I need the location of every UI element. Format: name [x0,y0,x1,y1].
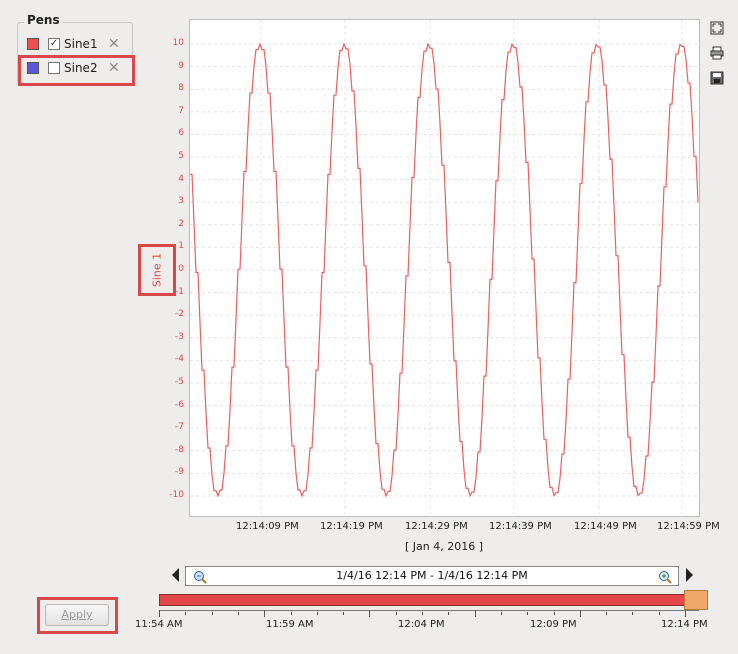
y-tick-label: -5 [175,377,184,387]
y-tick-label: 8 [178,83,184,94]
timeline-tick [658,612,660,615]
pen-label: Sine1 [64,37,98,51]
x-tick-label: 12:14:09 PM [236,521,299,532]
timeline-tick [553,612,555,615]
timeline-tick [422,612,423,615]
y-axis-title: Sine 1 [138,244,176,296]
timeline-tick [343,612,345,615]
print-icon[interactable] [709,45,725,61]
timeline-tick [632,612,634,615]
x-tick-label: 12:14:49 PM [574,521,637,532]
timeline-tick [606,612,608,615]
x-tick-label: 12:14:59 PM [657,521,720,532]
timeline-tick [500,612,502,615]
timeline-tick [685,610,686,617]
zoom-out-icon[interactable] [193,569,207,588]
plot-area[interactable] [189,19,700,517]
y-tick-label: 4 [178,173,184,184]
timeline-label: 12:04 PM [398,619,445,630]
pen-color-swatch[interactable] [27,38,39,50]
timeline-handle[interactable] [684,590,708,610]
y-tick-label: -4 [175,354,184,365]
pen-row-sine1[interactable]: ✓ Sine1 ✕ [27,35,120,53]
pens-title: Pens [24,13,63,27]
y-tick-label: -2 [175,309,184,320]
timeline-label: 12:14 PM [661,619,708,630]
zoom-in-icon[interactable] [658,569,672,588]
pen-label: Sine2 [64,61,98,75]
timeline-range-bar[interactable] [159,594,685,606]
y-tick-label: 5 [178,151,184,161]
timeline-tick [159,610,160,617]
timeline-tick [185,612,187,615]
x-axis-title: [ Jan 4, 2016 ] [405,540,484,553]
timeline-tick [395,612,397,615]
y-tick-label: 3 [178,196,184,207]
apply-button[interactable]: Apply [45,604,109,626]
save-icon[interactable] [709,70,725,86]
pen-visible-checkbox[interactable] [48,62,60,74]
scroll-left-arrow-icon[interactable] [172,568,179,582]
y-tick-label: 9 [178,60,184,71]
timeline-tick [316,612,318,615]
y-tick-label: 7 [178,105,184,116]
timeline-label: 12:09 PM [530,619,577,630]
range-text: 1/4/16 12:14 PM - 1/4/16 12:14 PM [336,569,528,582]
remove-pen-icon[interactable]: ✕ [108,37,120,51]
timeline-axis [159,610,699,611]
timeline-label: 11:59 AM [266,619,314,630]
timeline-tick [474,610,476,617]
x-tick-label: 12:14:29 PM [405,521,468,532]
pen-row-sine2[interactable]: Sine2 ✕ [27,59,120,77]
y-tick-label: -7 [175,422,184,433]
y-tick-label: 10 [172,38,184,48]
x-tick-label: 12:14:19 PM [320,521,383,532]
timeline-tick [237,612,239,615]
y-tick-label: 2 [178,218,184,229]
y-tick-label: 6 [178,128,184,139]
y-tick-label: -10 [169,490,184,500]
timeline-label: 11:54 AM [135,619,183,630]
fit-to-view-icon[interactable] [709,20,725,36]
timeline-tick [527,612,529,615]
timeline-tick [264,610,266,617]
y-tick-label: -8 [175,444,184,455]
scroll-right-arrow-icon[interactable] [686,568,693,582]
y-tick-label: -6 [175,399,184,410]
x-tick-label: 12:14:39 PM [489,521,552,532]
timeline-tick [448,612,450,615]
pen-color-swatch[interactable] [27,62,39,74]
chart-svg [190,20,699,516]
y-tick-label: -3 [175,331,184,342]
y-tick-label: -9 [175,467,184,478]
pen-visible-checkbox[interactable]: ✓ [48,38,60,50]
timeline-tick [579,610,581,617]
remove-pen-icon[interactable]: ✕ [108,61,120,75]
timeline-tick [211,612,213,615]
timeline-tick [369,610,371,617]
timeline-tick [290,612,292,615]
